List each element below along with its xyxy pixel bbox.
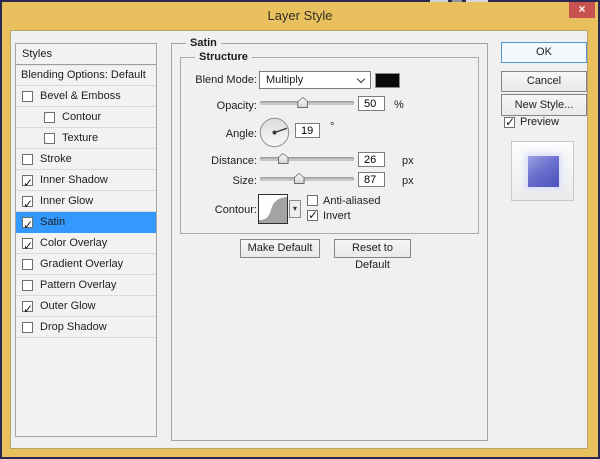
style-item-label: Blending Options: Default (21, 69, 146, 81)
make-default-button[interactable]: Make Default (240, 239, 320, 258)
new-style-button[interactable]: New Style... (501, 94, 587, 116)
size-unit: px (402, 175, 414, 187)
style-item-checkbox[interactable] (22, 322, 33, 333)
angle-unit: ° (330, 121, 335, 133)
blend-mode-value: Multiply (266, 74, 304, 86)
ok-button[interactable]: OK (501, 42, 587, 63)
arrow-down-icon: ▾ (292, 204, 297, 213)
invert-checkbox[interactable] (307, 208, 318, 222)
size-slider-track[interactable] (260, 177, 354, 181)
style-item-checkbox[interactable] (44, 112, 55, 123)
style-list-item[interactable]: Inner Glow (16, 191, 156, 215)
contour-picker[interactable] (258, 194, 288, 224)
style-list-item[interactable]: Bevel & Emboss (16, 86, 156, 107)
blend-mode-label: Blend Mode: (195, 74, 257, 86)
opacity-unit: % (394, 99, 404, 111)
style-list-item[interactable]: Color Overlay (16, 233, 156, 257)
dialog-body: Styles Blending Options: Default Bevel &… (10, 30, 588, 449)
contour-curve-icon (259, 197, 287, 223)
preview-label: Preview (520, 116, 560, 128)
distance-slider-track[interactable] (260, 157, 354, 161)
style-list-item[interactable]: Blending Options: Default (16, 65, 156, 86)
distance-slider[interactable] (260, 153, 354, 165)
style-item-checkbox[interactable] (22, 91, 33, 102)
styles-list: Styles Blending Options: Default Bevel &… (15, 43, 157, 437)
size-label: Size: (232, 175, 257, 187)
size-slider[interactable] (260, 173, 354, 185)
style-item-label: Drop Shadow (40, 321, 107, 333)
preview-checkbox[interactable] (504, 115, 515, 129)
distance-unit: px (402, 155, 414, 167)
anti-aliased-label: Anti-aliased (323, 195, 381, 207)
satin-panel: Satin Structure Blend Mode: Multiply Opa… (171, 37, 488, 441)
anti-aliased-checkbox[interactable] (307, 195, 318, 206)
style-item-label: Gradient Overlay (40, 258, 124, 270)
style-item-label: Inner Glow (40, 195, 94, 207)
desktop-background: Layer Style × Styles Blending Options: D… (0, 0, 600, 459)
structure-group-title: Structure (195, 51, 252, 63)
angle-dial-icon (259, 117, 290, 148)
preview-swatch-image (528, 156, 559, 187)
style-item-label: Satin (40, 216, 66, 228)
panel-title: Satin (186, 37, 221, 49)
close-icon: × (578, 2, 586, 16)
chevron-down-icon (356, 74, 366, 84)
distance-label: Distance: (211, 155, 257, 167)
angle-label: Angle: (225, 128, 257, 140)
style-item-checkbox[interactable] (22, 259, 33, 270)
style-preview-thumbnail (511, 141, 574, 201)
size-slider-thumb[interactable] (293, 173, 305, 184)
angle-input[interactable] (295, 123, 320, 138)
style-list-item[interactable]: Pattern Overlay (16, 275, 156, 296)
style-list-item[interactable]: Outer Glow (16, 296, 156, 320)
style-item-checkbox[interactable] (22, 299, 33, 320)
cancel-button[interactable]: Cancel (501, 71, 587, 92)
reset-to-default-button[interactable]: Reset to Default (334, 239, 411, 271)
invert-label: Invert (323, 210, 351, 222)
style-item-label: Pattern Overlay (40, 279, 117, 291)
style-list-item[interactable]: Inner Shadow (16, 170, 156, 194)
style-item-checkbox[interactable] (22, 280, 33, 291)
blend-mode-dropdown[interactable]: Multiply (259, 71, 371, 89)
style-item-checkbox[interactable] (44, 133, 55, 144)
styles-list-header: Styles (16, 44, 156, 65)
angle-dial[interactable] (259, 117, 290, 148)
style-item-label: Inner Shadow (40, 174, 108, 186)
layer-style-dialog: Layer Style × Styles Blending Options: D… (2, 2, 598, 457)
opacity-slider-thumb[interactable] (297, 97, 309, 108)
style-item-checkbox[interactable] (22, 194, 33, 215)
contour-dropdown-arrow[interactable]: ▾ (289, 200, 301, 218)
style-list-item[interactable]: Texture (16, 128, 156, 149)
dialog-title: Layer Style (267, 8, 333, 23)
close-button[interactable]: × (569, 2, 595, 18)
style-list-item[interactable]: Satin (16, 212, 156, 236)
opacity-input[interactable] (358, 96, 385, 111)
opacity-label: Opacity: (216, 100, 257, 112)
style-item-label: Outer Glow (40, 300, 96, 312)
distance-input[interactable] (358, 152, 385, 167)
style-item-checkbox[interactable] (22, 154, 33, 165)
contour-label: Contour: (214, 204, 257, 216)
title-bar[interactable]: Layer Style × (2, 2, 598, 30)
style-item-label: Contour (62, 111, 102, 123)
style-list-item[interactable]: Gradient Overlay (16, 254, 156, 275)
size-input[interactable] (358, 172, 385, 187)
satin-color-swatch[interactable] (375, 73, 400, 88)
style-item-checkbox[interactable] (22, 236, 33, 257)
style-list-item[interactable]: Contour (16, 107, 156, 128)
style-list-item[interactable]: Drop Shadow (16, 317, 156, 338)
style-item-checkbox[interactable] (22, 173, 33, 194)
style-item-checkbox[interactable] (22, 215, 33, 236)
style-item-label: Color Overlay (40, 237, 108, 249)
distance-slider-thumb[interactable] (277, 153, 289, 164)
style-list-item[interactable]: Stroke (16, 149, 156, 170)
opacity-slider[interactable] (260, 97, 354, 109)
style-item-label: Texture (62, 132, 99, 144)
style-item-label: Stroke (40, 153, 72, 165)
style-item-label: Bevel & Emboss (40, 90, 121, 102)
